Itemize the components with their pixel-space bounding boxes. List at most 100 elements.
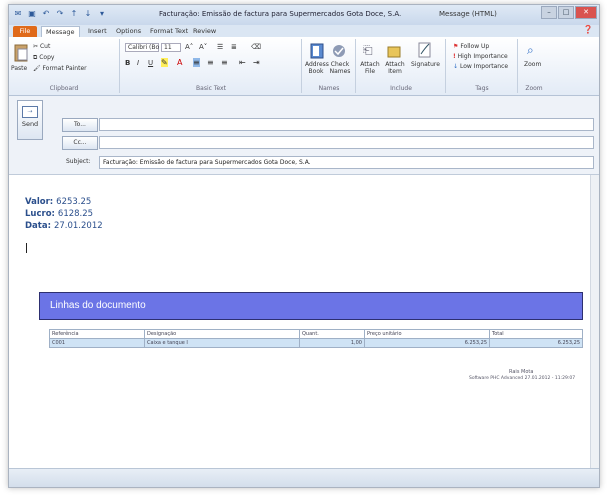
decrease-indent-icon[interactable]: ⇤ (239, 58, 246, 67)
table-row: C001 Caixa e tanque I 1,00 6.253,25 6.25… (49, 338, 583, 348)
tab-file[interactable]: File (13, 26, 37, 37)
names-group: Address Book Check Names Names (303, 39, 356, 93)
follow-up-button[interactable]: ⚑ Follow Up (453, 43, 489, 50)
check-names-icon[interactable] (331, 43, 347, 59)
table-header-cell: Designação (144, 329, 300, 339)
valor-line: Valor: 6253.25 (25, 197, 91, 207)
document-lines-banner: Linhas do documento (39, 292, 583, 320)
minimize-button[interactable]: – (541, 6, 557, 19)
increase-indent-icon[interactable]: ⇥ (253, 58, 260, 67)
quick-access-toolbar: ✉ ▣ ↶ ↷ ↑ ↓ ▾ (13, 9, 107, 19)
ribbon: Paste ✂ Cut ⧉ Copy 🖌 Format Painter Clip… (9, 37, 599, 96)
signature-button[interactable]: Signature (411, 61, 440, 68)
data-value: 27.01.2012 (53, 221, 103, 231)
copy-icon: ⧉ (33, 54, 38, 61)
low-importance-icon: ↓ (453, 63, 459, 70)
table-header-cell: Preço unitário (364, 329, 490, 339)
italic-icon[interactable]: I (137, 59, 139, 67)
shrink-font-icon[interactable]: A˅ (199, 43, 207, 51)
numbering-icon[interactable]: ≣ (231, 43, 237, 51)
lucro-value: 6128.25 (57, 209, 94, 219)
font-name-select[interactable]: Calibri (Bo (125, 43, 159, 52)
outlook-app-icon: ✉ (14, 9, 22, 18)
window-controls: – □ ✕ (541, 6, 597, 19)
include-group: ⎗ Attach File Attach Item Signature Incl… (357, 39, 446, 93)
data-label: Data: (25, 221, 51, 231)
data-line: Data: 27.01.2012 (25, 221, 103, 231)
names-group-label: Names (318, 85, 340, 92)
address-book-button[interactable]: Address Book (305, 61, 329, 75)
cut-button[interactable]: ✂ Cut (33, 43, 50, 50)
low-importance-button[interactable]: ↓ Low Importance (453, 63, 508, 70)
cc-field[interactable] (99, 136, 594, 149)
tags-group: ⚑ Follow Up ! High Importance ↓ Low Impo… (447, 39, 518, 93)
tags-group-label: Tags (475, 85, 489, 92)
tab-insert[interactable]: Insert (84, 26, 111, 37)
flag-icon: ⚑ (453, 43, 459, 50)
down-arrow-icon[interactable]: ↓ (83, 9, 93, 19)
signature-icon[interactable] (417, 42, 433, 59)
high-importance-icon: ! (453, 53, 456, 60)
help-icon[interactable]: ❓ (583, 25, 593, 34)
high-importance-button[interactable]: ! High Importance (453, 53, 508, 60)
table-header-cell: Total (489, 329, 583, 339)
grow-font-icon[interactable]: A˄ (185, 43, 193, 51)
message-type-label: Message (HTML) (439, 10, 497, 18)
paste-icon[interactable] (13, 43, 29, 63)
attach-file-button[interactable]: Attach File (359, 61, 381, 75)
clipboard-group: Paste ✂ Cut ⧉ Copy 🖌 Format Painter Clip… (9, 39, 120, 93)
copy-label: Copy (39, 54, 55, 61)
window-title: Facturação: Emissão de factura para Supe… (159, 10, 402, 18)
bullets-icon[interactable]: ☰ (217, 43, 223, 51)
attach-item-icon[interactable] (387, 43, 403, 59)
clear-formatting-icon[interactable]: ⌫ (251, 43, 261, 51)
bold-icon[interactable]: B (125, 59, 130, 67)
vertical-scrollbar[interactable] (590, 175, 599, 469)
copy-button[interactable]: ⧉ Copy (33, 54, 54, 62)
zoom-button[interactable]: Zoom (524, 61, 541, 68)
message-body[interactable]: Valor: 6253.25 Lucro: 6128.25 Data: 27.0… (9, 175, 591, 469)
align-right-icon[interactable]: ≡ (221, 58, 228, 67)
tab-format-text[interactable]: Format Text (146, 26, 192, 37)
scissors-icon: ✂ (33, 43, 39, 50)
check-names-button[interactable]: Check Names (329, 61, 351, 75)
maximize-button[interactable]: □ (558, 6, 574, 19)
clipboard-group-label: Clipboard (49, 85, 79, 92)
redo-icon[interactable]: ↷ (55, 9, 65, 19)
ribbon-tabs: File Message Insert Options Format Text … (9, 25, 599, 38)
highlight-icon[interactable]: ✎ (161, 58, 168, 67)
valor-value: 6253.25 (56, 197, 92, 207)
send-button[interactable]: ⇢ Send (17, 100, 43, 140)
magnifier-icon[interactable]: ⌕ (527, 43, 534, 58)
low-importance-label: Low Importance (459, 63, 509, 70)
attach-item-button[interactable]: Attach Item (383, 61, 407, 75)
tab-options[interactable]: Options (112, 26, 145, 37)
footer-user: Rais Mota (509, 369, 534, 375)
address-book-icon[interactable] (309, 43, 325, 59)
status-bar (9, 468, 599, 487)
undo-icon[interactable]: ↶ (41, 9, 51, 19)
align-left-icon[interactable]: ≡ (193, 58, 200, 67)
paste-button[interactable]: Paste (11, 65, 27, 72)
align-center-icon[interactable]: ≡ (207, 58, 214, 67)
underline-icon[interactable]: U (148, 59, 153, 67)
customize-qat-icon[interactable]: ▾ (97, 9, 107, 19)
save-icon[interactable]: ▣ (27, 9, 37, 19)
to-field[interactable] (99, 118, 594, 131)
table-cell: C001 (49, 338, 145, 348)
to-button[interactable]: To... (62, 118, 98, 132)
text-cursor (26, 243, 27, 253)
subject-field[interactable]: Facturação: Emissão de factura para Supe… (99, 156, 594, 169)
font-size-select[interactable]: 11 (161, 43, 181, 52)
format-painter-button[interactable]: 🖌 Format Painter (33, 65, 87, 72)
lucro-label: Lucro: (25, 209, 55, 219)
format-painter-label: Format Painter (42, 65, 87, 72)
up-arrow-icon[interactable]: ↑ (69, 9, 79, 19)
include-group-label: Include (390, 85, 412, 92)
paperclip-icon[interactable]: ⎗ (363, 43, 373, 58)
font-color-icon[interactable]: A (177, 58, 182, 67)
table-cell: Caixa e tanque I (144, 338, 300, 348)
close-button[interactable]: ✕ (575, 6, 597, 19)
tab-review[interactable]: Review (189, 26, 220, 37)
cc-button[interactable]: Cc... (62, 136, 98, 150)
